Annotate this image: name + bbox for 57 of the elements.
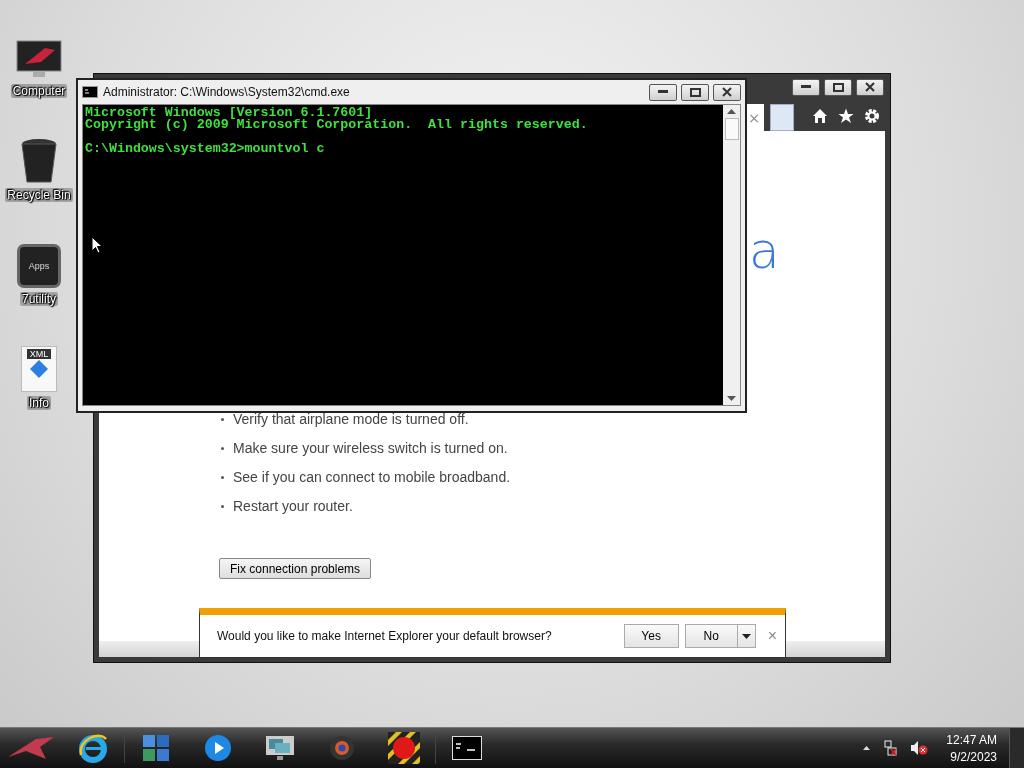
home-icon[interactable] bbox=[812, 107, 828, 124]
monitor-icon bbox=[15, 40, 63, 80]
minimize-button[interactable] bbox=[649, 83, 677, 101]
mouse-pointer-icon bbox=[91, 236, 103, 254]
play-icon[interactable] bbox=[204, 734, 232, 762]
bullet-dot bbox=[221, 417, 224, 421]
bullet-dot bbox=[221, 475, 224, 479]
console-line: Microsoft Windows [Version 6.1.7601] bbox=[85, 107, 373, 119]
maximize-button[interactable] bbox=[824, 78, 852, 96]
xml-file-icon: XML bbox=[21, 346, 57, 392]
maximize-button[interactable] bbox=[681, 83, 709, 101]
no-button[interactable]: No bbox=[684, 624, 738, 648]
network-icon[interactable] bbox=[882, 740, 899, 756]
window-title: Administrator: C:\Windows\System32\cmd.exe bbox=[103, 85, 351, 99]
close-button[interactable] bbox=[856, 78, 884, 96]
muted-speaker-icon[interactable] bbox=[910, 740, 929, 756]
clock-date[interactable]: 9/2/2023 bbox=[950, 749, 997, 764]
close-button[interactable] bbox=[713, 83, 741, 101]
browser-icon[interactable] bbox=[78, 733, 108, 763]
scroll-up-icon[interactable] bbox=[727, 109, 736, 114]
tip-text: Make sure your wireless switch is turned on. bbox=[233, 440, 508, 456]
clock-time[interactable]: 12:47 AM bbox=[946, 732, 997, 747]
maximize-icon bbox=[689, 87, 701, 97]
trash-bin-icon bbox=[19, 138, 59, 184]
tiles-icon[interactable] bbox=[142, 734, 170, 762]
close-notification-button[interactable]: × bbox=[767, 627, 777, 645]
close-icon bbox=[865, 82, 875, 92]
tip-text: Verify that airplane mode is turned off. bbox=[233, 411, 469, 427]
caret-icon bbox=[741, 633, 751, 639]
minimize-button[interactable] bbox=[792, 78, 820, 96]
console-icon[interactable] bbox=[452, 736, 482, 760]
scroll-down-icon[interactable] bbox=[727, 396, 736, 401]
desktop-shortcut[interactable]: Apps 7utility bbox=[17, 216, 61, 306]
settings-icon[interactable] bbox=[864, 107, 880, 124]
scroll-thumb[interactable] bbox=[724, 118, 739, 140]
close-icon bbox=[722, 87, 732, 97]
camera-icon[interactable] bbox=[328, 734, 356, 762]
record-icon[interactable] bbox=[388, 732, 420, 764]
minimize-icon bbox=[801, 85, 811, 89]
maximize-icon bbox=[832, 82, 844, 92]
page-heading: a bbox=[748, 229, 781, 279]
minimize-icon bbox=[658, 90, 668, 94]
tip-text: Restart your router. bbox=[233, 498, 353, 514]
star-icon[interactable] bbox=[838, 107, 854, 124]
caret-icon[interactable] bbox=[863, 746, 871, 750]
notification-message: Would you like to make Internet Explorer your default browser? bbox=[217, 629, 553, 643]
monitor-icon[interactable] bbox=[265, 734, 295, 762]
yes-button[interactable]: Yes bbox=[623, 624, 679, 648]
console-command: C:\Windows\system32>mountvol c bbox=[85, 143, 326, 155]
console-icon bbox=[82, 86, 98, 98]
apps-icon: Apps bbox=[17, 244, 61, 288]
fix-connection-button[interactable]: Fix connection problems bbox=[219, 558, 372, 579]
tip-text: See if you can connect to mobile broadband. bbox=[233, 469, 511, 485]
bullet-dot bbox=[221, 504, 224, 508]
console-line: Copyright (c) 2009 Microsoft Corporation. All rights reserved. bbox=[85, 119, 589, 131]
bullet-dot bbox=[221, 446, 224, 450]
desktop-shortcut[interactable]: XML Info bbox=[21, 320, 57, 410]
